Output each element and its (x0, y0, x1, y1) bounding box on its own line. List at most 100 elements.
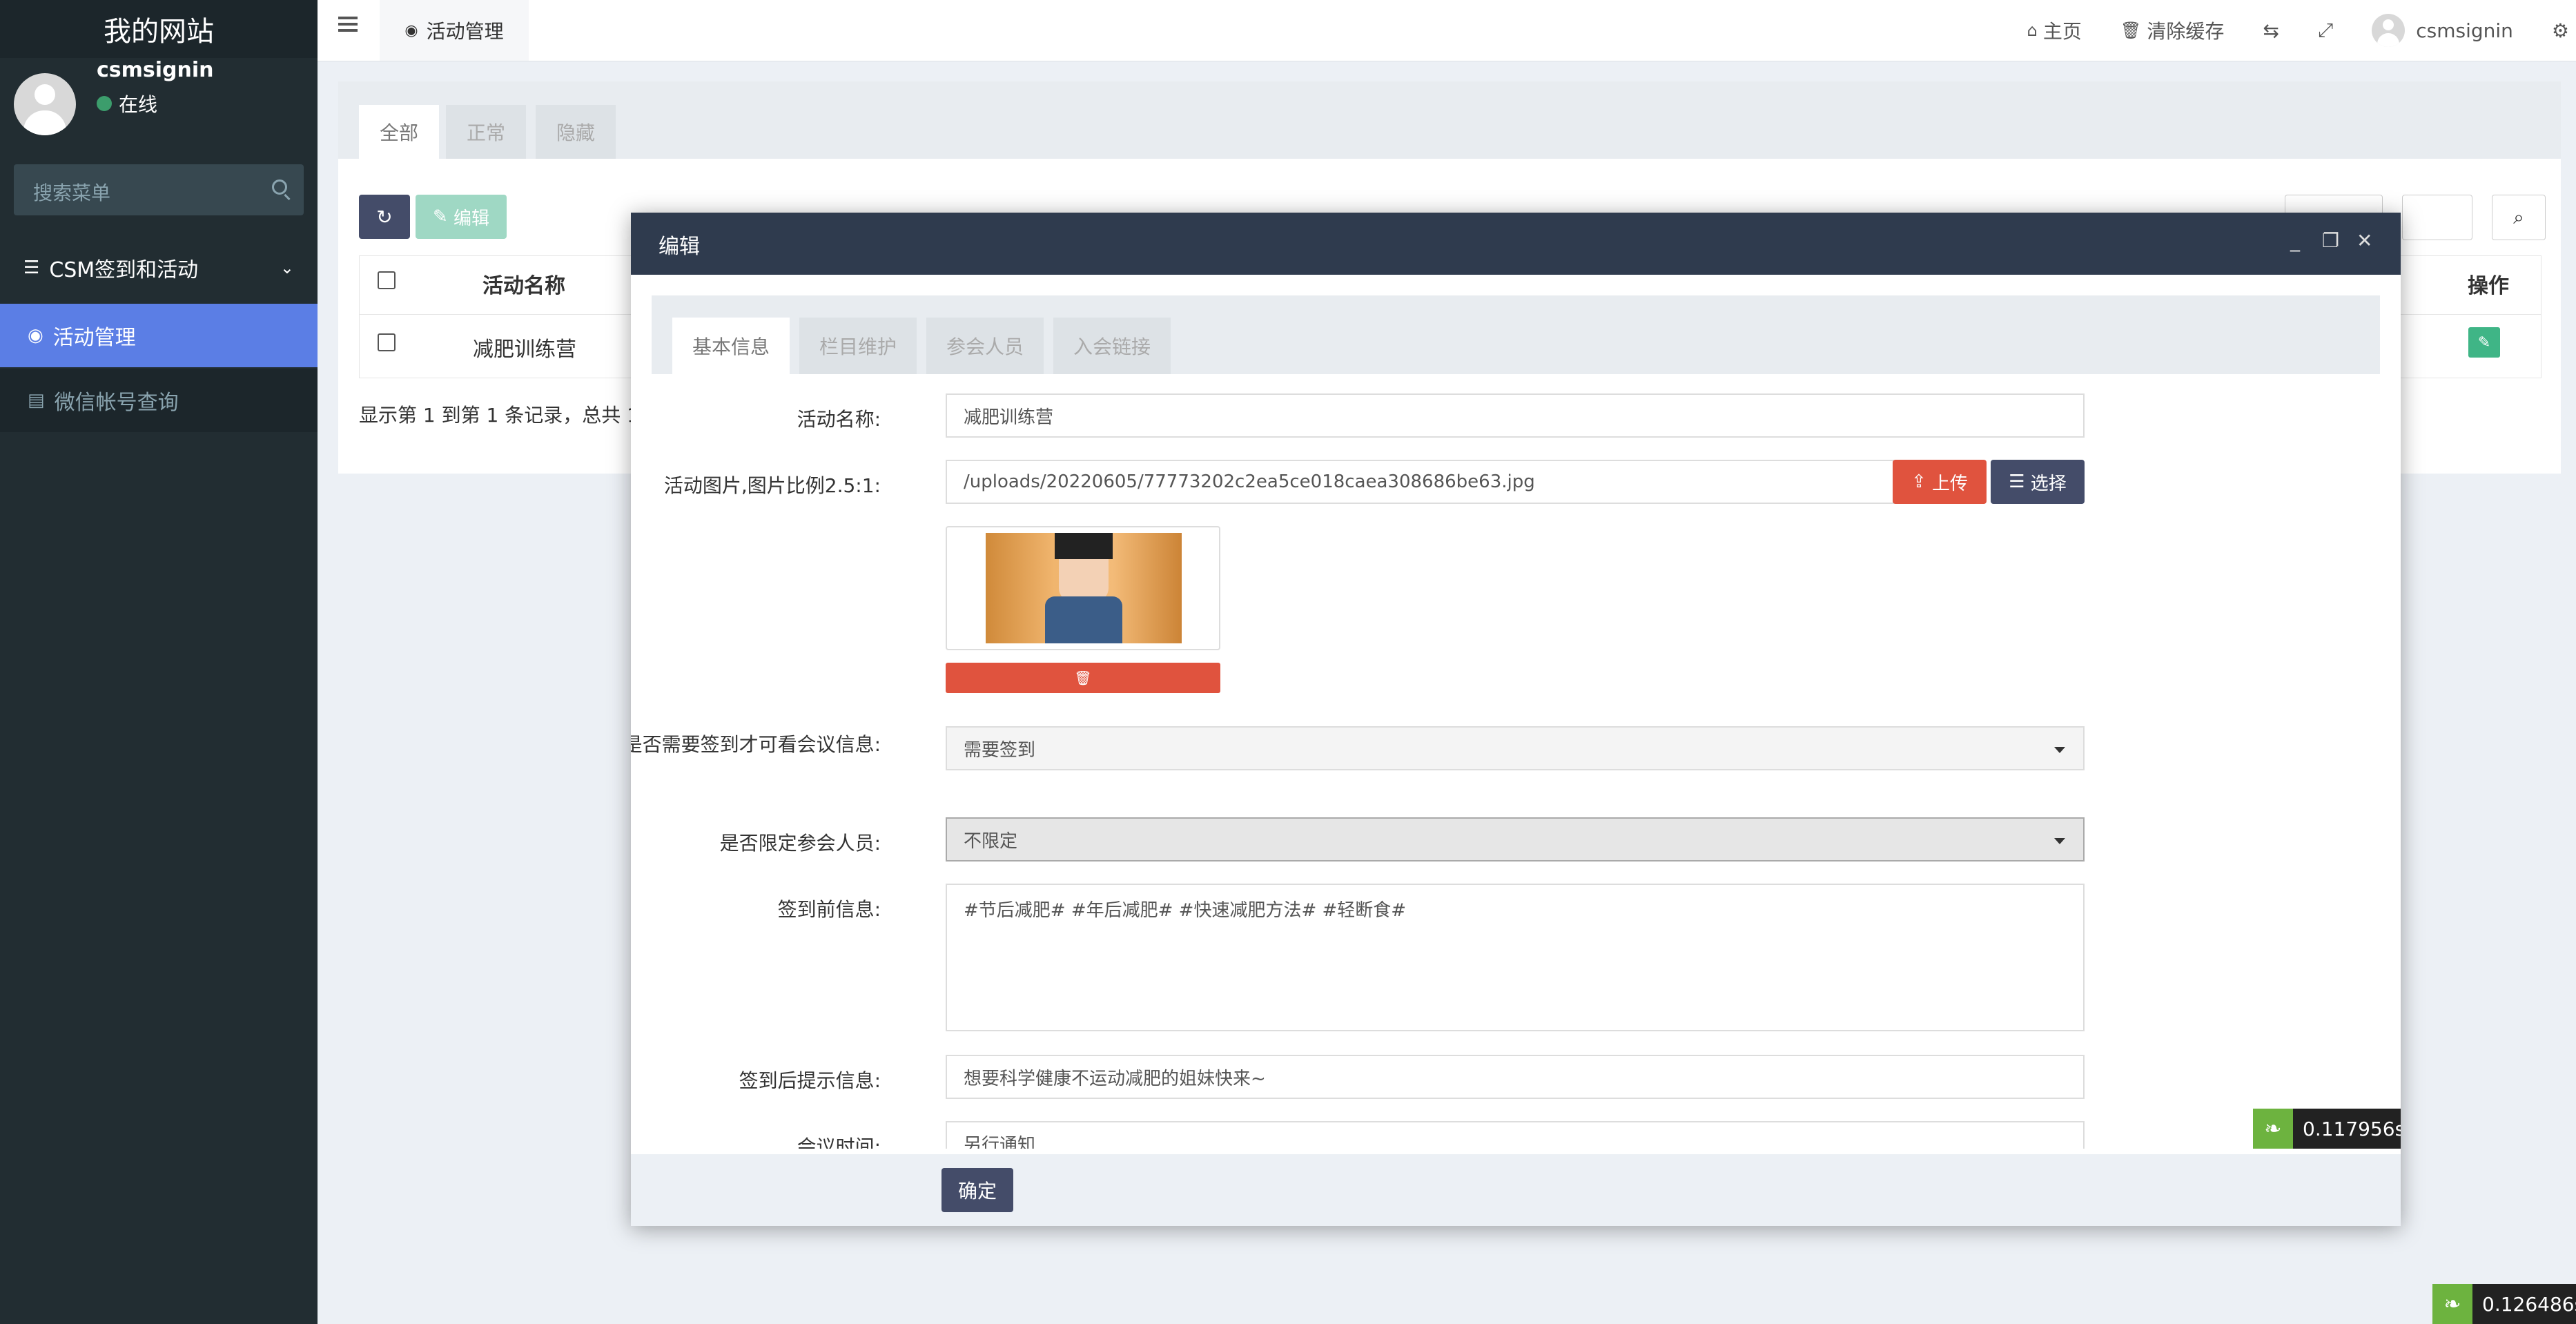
image-path-field[interactable]: /uploads/20220605/77773202c2ea5ce018caea… (946, 460, 1894, 504)
maximize-icon[interactable]: ❐ (2322, 229, 2339, 252)
search-icon[interactable] (272, 179, 287, 195)
language-icon[interactable]: ⇆ (2263, 19, 2279, 42)
edit-button-label: 编辑 (453, 208, 490, 229)
timer-badge: ❧ 0.126486s (2432, 1284, 2576, 1324)
tab-columns[interactable]: 栏目维护 (799, 318, 917, 374)
tab-basic-info[interactable]: 基本信息 (672, 318, 790, 374)
list-icon: ☰ (23, 257, 40, 278)
clear-cache-button[interactable]: 🗑 清除缓存 (2120, 17, 2224, 44)
menu-search-placeholder: 搜索菜单 (33, 182, 111, 204)
timer-value: 0.117956s (2303, 1117, 2401, 1140)
list-icon: ☰ (2009, 471, 2031, 492)
row-edit-button[interactable]: ✎ (2468, 327, 2500, 358)
top-right-tools: ⌂ 主页 🗑 清除缓存 ⇆ ⤢ csmsignin ⚙ (2027, 0, 2576, 61)
avatar (14, 73, 76, 135)
user-menu-label: csmsignin (2416, 19, 2513, 42)
site-title[interactable]: 我的网站 (0, 0, 318, 58)
tab-normal[interactable]: 正常 (446, 105, 526, 159)
after-sign-label: 签到后提示信息: (739, 1069, 881, 1092)
clear-cache-label: 清除缓存 (2147, 20, 2225, 43)
need-sign-label: 是否需要签到才可看会议信息: (631, 733, 881, 756)
need-sign-select[interactable]: 需要签到 (946, 726, 2085, 770)
tab-all[interactable]: 全部 (359, 105, 439, 159)
before-sign-label: 签到前信息: (777, 898, 881, 921)
tab-label: 活动管理 (426, 20, 504, 43)
after-sign-field[interactable]: 想要科学健康不运动减肥的姐妹快来~ (946, 1055, 2085, 1099)
dashboard-icon: ◉ (28, 325, 43, 346)
minimize-icon[interactable]: _ (2290, 229, 2300, 252)
tab-join-link[interactable]: 入会链接 (1053, 318, 1171, 374)
need-sign-value: 需要签到 (964, 739, 1036, 761)
trash-icon: 🗑 (1074, 670, 1092, 686)
image-label: 活动图片,图片比例2.5:1: (663, 474, 881, 497)
limit-participants-select[interactable]: 不限定 (946, 817, 2085, 861)
file-icon: ▤ (28, 390, 45, 411)
menu-search-input[interactable]: 搜索菜单 (14, 164, 304, 215)
sidebar-item-wechat[interactable]: ▤ 微信帐号查询 (0, 369, 318, 432)
tab-participants[interactable]: 参会人员 (926, 318, 1044, 374)
sidebar-item-label: 微信帐号查询 (54, 391, 179, 415)
pencil-icon: ✎ (432, 206, 454, 227)
choose-button-label: 选择 (2030, 473, 2067, 494)
timer-value: 0.126486s (2482, 1292, 2576, 1316)
tab-hidden[interactable]: 隐藏 (536, 105, 616, 159)
limit-value: 不限定 (964, 830, 1018, 852)
sidebar-item-activity[interactable]: ◉ 活动管理 (0, 304, 318, 367)
table-cell-name: 减肥训练营 (473, 338, 576, 362)
tab-activity[interactable]: ◉ 活动管理 (380, 0, 529, 61)
avatar (2372, 14, 2406, 47)
top-navbar: ◉ 活动管理 ⌂ 主页 🗑 清除缓存 ⇆ ⤢ csmsignin ⚙ (318, 0, 2576, 61)
column-header: 活动名称 (482, 274, 565, 298)
hamburger-icon[interactable] (338, 17, 358, 32)
modal-body: 基本信息 栏目维护 参会人员 入会链接 活动名称: 减肥训练营 活动图片,图片比… (631, 275, 2401, 1149)
confirm-button[interactable]: 确定 (941, 1168, 1013, 1212)
upload-button[interactable]: ⇪ 上传 (1893, 460, 1987, 504)
select-all-checkbox[interactable] (378, 271, 396, 289)
user-status-label: 在线 (119, 93, 158, 116)
before-sign-textarea[interactable]: #节后减肥# #年后减肥# #快速减肥方法# #轻断食# (946, 884, 2085, 1031)
search-icon[interactable]: ⌕ (2492, 195, 2546, 240)
row-checkbox[interactable] (378, 333, 396, 351)
pagination-info: 显示第 1 到第 1 条记录，总共 1 (359, 404, 639, 427)
home-icon: ⌂ (2027, 21, 2038, 40)
leaf-logo-icon: ❧ (2432, 1284, 2472, 1324)
user-menu[interactable]: csmsignin (2372, 14, 2513, 47)
dashboard-icon: ◉ (404, 21, 418, 39)
online-dot-icon (97, 96, 112, 111)
gears-icon[interactable]: ⚙ (2552, 19, 2569, 42)
caret-down-icon (2054, 838, 2065, 844)
column-header: 操作 (2468, 274, 2509, 298)
close-icon[interactable]: ✕ (2357, 229, 2372, 252)
choose-button[interactable]: ☰ 选择 (1991, 460, 2085, 504)
edit-button[interactable]: ✎ 编辑 (416, 195, 507, 239)
home-label: 主页 (2042, 20, 2082, 43)
limit-label: 是否限定参会人员: (719, 832, 881, 855)
list-tabs: 全部 正常 隐藏 (338, 81, 2561, 159)
user-status: 在线 (97, 90, 157, 117)
sidebar-item-label: 活动管理 (52, 326, 136, 350)
chevron-down-icon: ⌄ (280, 258, 294, 278)
sidebar: 我的网站 csmsignin 在线 搜索菜单 ☰ CSM签到和活动 ⌄ ◉ 活动… (0, 0, 318, 1324)
edit-modal: 编辑 _ ❐ ✕ 基本信息 栏目维护 参会人员 入会链接 活动名称: 减肥训练营… (631, 213, 2401, 1226)
upload-icon: ⇪ (1911, 471, 1933, 492)
home-link[interactable]: ⌂ 主页 (2027, 17, 2082, 44)
delete-image-button[interactable]: 🗑 (946, 663, 1220, 693)
timer-badge: ❧ 0.117956s (2253, 1109, 2401, 1149)
refresh-button[interactable]: ↻ (359, 195, 410, 239)
activity-name-field[interactable]: 减肥训练营 (946, 393, 2085, 438)
modal-header: 编辑 _ ❐ ✕ (631, 213, 2401, 275)
image-preview[interactable] (946, 526, 1220, 650)
user-name: csmsignin (97, 58, 214, 82)
modal-title: 编辑 (658, 235, 700, 259)
menu-group-label: CSM签到和活动 (49, 258, 199, 282)
menu-group-csm[interactable]: ☰ CSM签到和活动 ⌄ (0, 242, 318, 294)
leaf-logo-icon: ❧ (2253, 1109, 2293, 1149)
fullscreen-icon[interactable]: ⤢ (2318, 19, 2333, 42)
name-label: 活动名称: (797, 408, 881, 431)
modal-tabs: 基本信息 栏目维护 参会人员 入会链接 (652, 295, 2380, 374)
upload-button-label: 上传 (1932, 473, 1969, 494)
activity-image (986, 533, 1182, 643)
meeting-time-field[interactable]: 另行通知 (946, 1121, 2085, 1149)
export-button[interactable] (2402, 195, 2472, 240)
trash-icon: 🗑 (2120, 21, 2142, 40)
